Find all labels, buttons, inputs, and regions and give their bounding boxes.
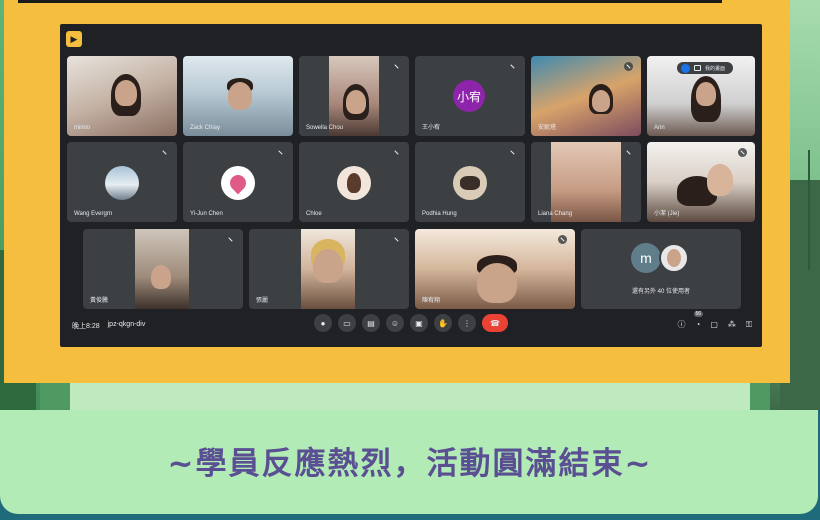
participant-tile[interactable]: 我的畫面 ⤢ Ann bbox=[647, 56, 755, 136]
participant-name: 小潔 (Jie) bbox=[654, 211, 680, 217]
participant-face bbox=[151, 265, 171, 289]
host-controls-icon[interactable]: ⚿ bbox=[746, 320, 752, 330]
participant-tile[interactable]: 安妮塔 bbox=[531, 56, 641, 136]
participant-face bbox=[477, 263, 517, 303]
meeting-details-icon[interactable]: ⓘ bbox=[678, 319, 686, 330]
mic-off-icon bbox=[160, 148, 169, 157]
participant-name: Yi-Jun Chen bbox=[190, 211, 223, 217]
participant-name: 黃俊騰 bbox=[90, 298, 109, 304]
participant-tile[interactable]: 陳宥翔 bbox=[415, 229, 575, 309]
people-icon[interactable]: 56 ◔ bbox=[693, 311, 704, 329]
camera-icon[interactable] bbox=[694, 65, 701, 71]
meeting-info: 晚上8:28 jpz-qkgn-div bbox=[72, 321, 145, 331]
participant-tile[interactable]: 張麗 bbox=[249, 229, 409, 309]
participant-tile[interactable]: 黃俊騰 bbox=[83, 229, 243, 309]
participant-name: 王小宥 bbox=[422, 125, 441, 131]
participant-name: Zack Chiay bbox=[190, 125, 221, 131]
avatar-figure bbox=[347, 173, 361, 193]
participant-avatar bbox=[337, 166, 371, 200]
call-controls: ● ▭ ▤ ☺ ▣ ✋ ⋮ ☎ bbox=[314, 314, 508, 332]
mic-off-icon bbox=[624, 148, 633, 157]
participant-avatar bbox=[105, 166, 139, 200]
mic-off-icon bbox=[624, 62, 633, 71]
participant-avatar bbox=[221, 166, 255, 200]
hang-up-button[interactable]: ☎ bbox=[482, 314, 508, 332]
mic-off-icon bbox=[392, 148, 401, 157]
expand-icon[interactable]: ⤢ bbox=[741, 64, 747, 74]
participant-name: Liana Chang bbox=[538, 211, 573, 217]
avatar-figure bbox=[460, 176, 480, 190]
participant-face bbox=[115, 80, 137, 106]
frame-top-strip bbox=[18, 0, 722, 3]
participant-face bbox=[592, 90, 610, 112]
mic-off-icon bbox=[392, 235, 401, 244]
caption-text: ~學員反應熱烈，活動圓滿結束~ bbox=[167, 446, 653, 482]
mic-off-icon bbox=[226, 235, 235, 244]
meet-control-bar: 晚上8:28 jpz-qkgn-div ● ▭ ▤ ☺ ▣ ✋ ⋮ ☎ ⓘ 56… bbox=[60, 307, 762, 347]
participant-tile[interactable]: Yi-Jun Chen bbox=[183, 142, 293, 222]
participant-tile[interactable]: Liana Chang bbox=[531, 142, 641, 222]
participant-face bbox=[696, 82, 716, 106]
activities-icon[interactable]: ⁂ bbox=[728, 320, 736, 329]
meeting-code: jpz-qkgn-div bbox=[107, 321, 146, 328]
participant-tile[interactable]: Sowella Chou bbox=[299, 56, 409, 136]
participant-name: Podhia Hung bbox=[422, 211, 457, 217]
participant-name: Wang Evergrn bbox=[74, 211, 113, 217]
participant-tile[interactable]: Wang Evergrn bbox=[67, 142, 177, 222]
participant-hand bbox=[707, 164, 733, 196]
others-avatar-photo bbox=[659, 243, 689, 273]
avatar-figure bbox=[667, 249, 681, 267]
side-controls: ⓘ 56 ◔ ▢ ⁂ ⚿ bbox=[678, 311, 752, 330]
participant-name: mimio bbox=[74, 125, 90, 131]
present-screen-icon[interactable]: ▣ bbox=[410, 314, 428, 332]
participant-name: Chloe bbox=[306, 211, 322, 217]
mic-off-icon bbox=[508, 62, 517, 71]
pin-toolbar-label: 我的畫面 bbox=[705, 65, 726, 72]
participant-name: 安妮塔 bbox=[538, 125, 557, 131]
others-count-label: 還有另外 40 位使用者 bbox=[631, 289, 690, 295]
others-tile[interactable]: m 還有另外 40 位使用者 bbox=[581, 229, 741, 309]
camera-icon[interactable]: ▭ bbox=[338, 314, 356, 332]
participant-face bbox=[228, 82, 252, 110]
participant-name: 張麗 bbox=[256, 298, 269, 304]
mic-off-icon bbox=[558, 235, 567, 244]
participant-tile[interactable]: mimio bbox=[67, 56, 177, 136]
participant-tile[interactable]: Podhia Hung bbox=[415, 142, 525, 222]
more-options-icon[interactable] bbox=[681, 63, 690, 73]
participant-tile[interactable]: 小潔 (Jie) bbox=[647, 142, 755, 222]
participant-avatar bbox=[453, 166, 487, 200]
emoji-icon[interactable]: ☺ bbox=[386, 314, 404, 332]
meet-logo-icon: ▶ bbox=[66, 31, 82, 47]
participant-name: Ann bbox=[654, 125, 665, 131]
participant-face bbox=[346, 90, 366, 114]
participant-name: 陳宥翔 bbox=[422, 298, 441, 304]
participant-name: Sowella Chou bbox=[306, 125, 344, 131]
mic-off-icon bbox=[276, 148, 285, 157]
more-options-icon[interactable]: ⋮ bbox=[458, 314, 476, 332]
lotus-icon bbox=[226, 171, 250, 195]
pin-toolbar[interactable]: 我的畫面 bbox=[677, 62, 733, 74]
participant-tile[interactable]: Chloe bbox=[299, 142, 409, 222]
participant-tile[interactable]: Zack Chiay bbox=[183, 56, 293, 136]
google-meet-window: ▶ mimio Zack Chiay Sowella Chou 小宥 王小宥 安… bbox=[60, 24, 762, 347]
mic-off-icon bbox=[392, 62, 401, 71]
participant-video bbox=[551, 142, 621, 222]
chat-icon[interactable]: ▢ bbox=[710, 320, 718, 329]
participant-face bbox=[313, 249, 343, 283]
plant-stem bbox=[808, 150, 810, 270]
participant-avatar: 小宥 bbox=[453, 80, 485, 112]
meeting-time: 晚上8:28 bbox=[72, 323, 100, 330]
raise-hand-icon[interactable]: ✋ bbox=[434, 314, 452, 332]
participant-tile[interactable]: 小宥 王小宥 bbox=[415, 56, 525, 136]
microphone-icon[interactable]: ● bbox=[314, 314, 332, 332]
mic-off-icon bbox=[738, 148, 747, 157]
others-avatar: m bbox=[631, 243, 661, 273]
participant-count-badge: 56 bbox=[693, 311, 704, 317]
captions-icon[interactable]: ▤ bbox=[362, 314, 380, 332]
mic-off-icon bbox=[508, 148, 517, 157]
